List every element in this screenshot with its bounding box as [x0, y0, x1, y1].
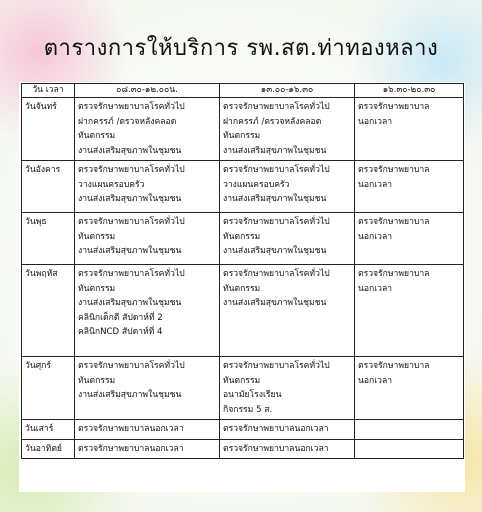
table-row: วันเสาร์ ตรวจรักษาพยาบาลนอกเวลา ตรวจรักษาพ…	[21, 419, 464, 440]
schedule-item: งานส่งเสริมสุขภาพในชุมชน	[78, 298, 182, 308]
schedule-item: ตรวจรักษาพยาบาล	[358, 217, 430, 227]
day-cell: วันจันทร์	[21, 97, 75, 161]
morning-cell: ตรวจรักษาพยาบาลนอกเวลา	[74, 419, 220, 440]
schedule-item: คลินิกNCD สัปดาห์ที่ 4	[78, 327, 163, 337]
day-cell: วันอังคาร	[21, 160, 75, 213]
schedule-item: งานส่งเสริมสุขภาพในชุมชน	[223, 298, 327, 308]
evening-cell	[354, 419, 464, 440]
schedule-item: ทันตกรรม	[223, 375, 261, 386]
schedule-item: งานส่งเสริมสุขภาพในชุมชน	[78, 246, 182, 256]
schedule-item: ตรวจรักษาพยาบาล	[358, 102, 430, 112]
day-cell: วันอาทิตย์	[21, 438, 75, 459]
schedule-item: นอกเวลา	[358, 179, 393, 190]
morning-cell: ตรวจรักษาพยาบาลโรคทั่วไปฝากครรภ์ /ตรวจหล…	[74, 97, 220, 161]
morning-cell: ตรวจรักษาพยาบาลโรคทั่วไปทันตกรรมงานส่งเส…	[74, 264, 220, 357]
schedule-item: ตรวจรักษาพยาบาลโรคทั่วไป	[78, 361, 185, 371]
schedule-item: วางแผนครอบครัว	[223, 179, 290, 190]
schedule-item: งานส่งเสริมสุขภาพในชุมชน	[223, 246, 327, 256]
schedule-item: อนามัยโรงเรียน	[223, 390, 282, 400]
schedule-item: ทันตกรรม	[78, 231, 116, 242]
header-afternoon: ๑๓.๐๐-๑๖.๓๐	[219, 83, 355, 98]
schedule-item: ฝากครรภ์ /ตรวจหลังคลอด	[223, 116, 322, 127]
schedule-item: งานส่งเสริมสุขภาพในชุมชน	[78, 145, 182, 156]
schedule-item: ตรวจรักษาพยาบาลโรคทั่วไป	[78, 165, 185, 175]
morning-cell: ตรวจรักษาพยาบาลโรคทั่วไปทันตกรรมงานส่งเส…	[74, 356, 220, 420]
schedule-item: ฝากครรภ์ /ตรวจหลังคลอด	[78, 116, 177, 127]
afternoon-cell: ตรวจรักษาพยาบาลโรคทั่วไปทันตกรรมอนามัยโร…	[219, 356, 355, 420]
schedule-item: นอกเวลา	[358, 116, 393, 127]
schedule-item: ตรวจรักษาพยาบาลนอกเวลา	[78, 443, 184, 454]
schedule-item: ตรวจรักษาพยาบาลโรคทั่วไป	[223, 361, 330, 371]
schedule-item: ตรวจรักษาพยาบาล	[358, 269, 430, 279]
afternoon-cell: ตรวจรักษาพยาบาลนอกเวลา	[219, 438, 355, 459]
schedule-item: ทันตกรรม	[223, 231, 261, 242]
schedule-item: ตรวจรักษาพยาบาลโรคทั่วไป	[78, 102, 185, 112]
schedule-item: ตรวจรักษาพยาบาลโรคทั่วไป	[223, 165, 330, 175]
schedule-item: งานส่งเสริมสุขภาพในชุมชน	[78, 390, 182, 400]
schedule-item: ทันตกรรม	[78, 131, 116, 141]
schedule-item: ตรวจรักษาพยาบาลนอกเวลา	[223, 443, 329, 454]
table-row: วันพุธ ตรวจรักษาพยาบาลโรคทั่วไป ทันตกรรม งา…	[21, 212, 464, 265]
header-morning: ๐๘.๓๐-๑๒.๐๐น.	[74, 83, 220, 98]
header-evening: ๑๖.๓๐-๒๐.๓๐	[354, 83, 464, 98]
schedule-item: งานส่งเสริมสุขภาพในชุมชน	[78, 194, 182, 204]
schedule-item: นอกเวลา	[358, 231, 393, 242]
afternoon-cell: ตรวจรักษาพยาบาลโรคทั่วไปวางแผนครอบครัวงา…	[219, 160, 355, 213]
schedule-item: ทันตกรรม	[223, 283, 261, 294]
schedule-item: ตรวจรักษาพยาบาล	[358, 165, 430, 175]
schedule-item: ตรวจรักษาพยาบาลโรคทั่วไป	[78, 269, 185, 279]
schedule-item: ทันตกรรม	[78, 375, 116, 386]
schedule-item: ตรวจรักษาพยาบาล	[358, 361, 430, 371]
table-row: วันศุกร์ ตรวจรักษาพยาบาลโรคทั่วไป ทันตกรรม…	[21, 356, 464, 420]
page-title: ตารางการให้บริการ รพ.สต.ท่าทองหลาง	[43, 36, 439, 61]
evening-cell: ตรวจรักษาพยาบาลนอกเวลา	[354, 97, 464, 161]
table-row: วันอังคาร ตรวจรักษาพยาบาลโรคทั่วไป วางแผนค…	[21, 160, 464, 213]
schedule-item: ตรวจรักษาพยาบาลโรคทั่วไป	[223, 102, 330, 112]
table-row: วันพฤหัส ตรวจรักษาพยาบาลโรคทั่วไป ทันตกรรม…	[21, 264, 464, 357]
evening-cell: ตรวจรักษาพยาบาลนอกเวลา	[354, 264, 464, 357]
header-day: วัน เวลา	[21, 83, 75, 98]
schedule-item: นอกเวลา	[358, 375, 393, 386]
service-schedule-table: วัน เวลา ๐๘.๓๐-๑๒.๐๐น. ๑๓.๐๐-๑๖.๓๐ ๑๖.๓๐…	[21, 83, 464, 459]
schedule-item: ทันตกรรม	[78, 283, 116, 294]
day-cell: วันพุธ	[21, 212, 75, 265]
schedule-item: ตรวจรักษาพยาบาลโรคทั่วไป	[223, 269, 330, 279]
schedule-item: นอกเวลา	[358, 283, 393, 294]
evening-cell: ตรวจรักษาพยาบาลนอกเวลา	[354, 160, 464, 213]
evening-cell: ตรวจรักษาพยาบาลนอกเวลา	[354, 212, 464, 265]
morning-cell: ตรวจรักษาพยาบาลโรคทั่วไปวางแผนครอบครัวงา…	[74, 160, 220, 213]
schedule-item: งานส่งเสริมสุขภาพในชุมชน	[223, 194, 327, 204]
schedule-item: ทันตกรรม	[223, 131, 261, 141]
evening-cell: ตรวจรักษาพยาบาลนอกเวลา	[354, 356, 464, 420]
schedule-item: คลินิกเด็กดี สัปดาห์ที่ 2	[78, 312, 163, 323]
day-cell: วันพฤหัส	[21, 264, 75, 357]
header-row: วัน เวลา ๐๘.๓๐-๑๒.๐๐น. ๑๓.๐๐-๑๖.๓๐ ๑๖.๓๐…	[21, 83, 464, 98]
schedule-item: ตรวจรักษาพยาบาลนอกเวลา	[223, 424, 329, 434]
day-cell: วันเสาร์	[21, 419, 75, 440]
schedule-item: กิจกรรม 5 ส.	[223, 404, 273, 415]
schedule-item: ตรวจรักษาพยาบาลโรคทั่วไป	[223, 217, 330, 227]
afternoon-cell: ตรวจรักษาพยาบาลโรคทั่วไปทันตกรรมงานส่งเส…	[219, 212, 355, 265]
table-row: วันจันทร์ ตรวจรักษาพยาบาลโรคทั่วไป ฝากครรภ…	[21, 97, 464, 161]
afternoon-cell: ตรวจรักษาพยาบาลนอกเวลา	[219, 419, 355, 440]
day-cell: วันศุกร์	[21, 356, 75, 420]
schedule-item: ตรวจรักษาพยาบาลนอกเวลา	[78, 424, 184, 434]
afternoon-cell: ตรวจรักษาพยาบาลโรคทั่วไปฝากครรภ์ /ตรวจหล…	[219, 97, 355, 161]
table-row: วันอาทิตย์ ตรวจรักษาพยาบาลนอกเวลา ตรวจรักษ…	[21, 438, 464, 459]
evening-cell	[354, 438, 464, 459]
schedule-item: ตรวจรักษาพยาบาลโรคทั่วไป	[78, 217, 185, 227]
morning-cell: ตรวจรักษาพยาบาลโรคทั่วไปทันตกรรมงานส่งเส…	[74, 212, 220, 265]
morning-cell: ตรวจรักษาพยาบาลนอกเวลา	[74, 438, 220, 459]
afternoon-cell: ตรวจรักษาพยาบาลโรคทั่วไปทันตกรรมงานส่งเส…	[219, 264, 355, 357]
schedule-item: วางแผนครอบครัว	[78, 179, 145, 190]
schedule-item: งานส่งเสริมสุขภาพในชุมชน	[223, 145, 327, 156]
